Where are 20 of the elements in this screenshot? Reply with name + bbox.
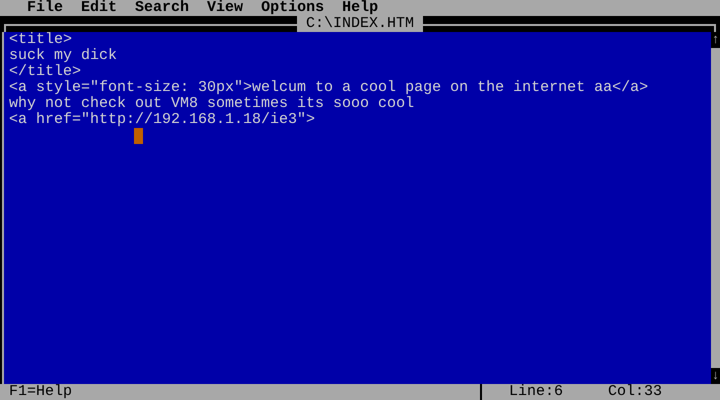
menu-item[interactable]: Search [126, 0, 198, 16]
code-line: <title> [9, 32, 74, 48]
column-indicator: Col:33 [607, 384, 664, 400]
menu-item[interactable]: File [18, 0, 72, 16]
scroll-down-button[interactable]: ↓ [711, 368, 720, 384]
code-line: why not check out VM8 sometimes its sooo cool [9, 96, 416, 112]
menu-item[interactable]: Help [333, 0, 388, 16]
help-hint: F1=Help [0, 384, 482, 400]
menu-item[interactable]: Edit [72, 0, 126, 16]
code-line: <a href="http://192.168.1.18/ie3"> [9, 112, 316, 128]
scrollbar[interactable]: ↑ ↓ [711, 32, 720, 384]
line-indicator: Line:6 [508, 384, 564, 400]
menu-item[interactable]: Options [252, 0, 334, 16]
code-line: </title> [9, 64, 82, 80]
code-line: suck my dick [9, 48, 118, 64]
menu-item[interactable]: View [198, 0, 252, 16]
code-line: <a style="font-size: 30px">welcum to a cool page on the internet aa</a> [9, 80, 650, 96]
scroll-up-button[interactable]: ↑ [711, 32, 720, 48]
window-title: C:\INDEX.HTM [296, 16, 424, 32]
mouse-cursor-icon [134, 128, 143, 144]
